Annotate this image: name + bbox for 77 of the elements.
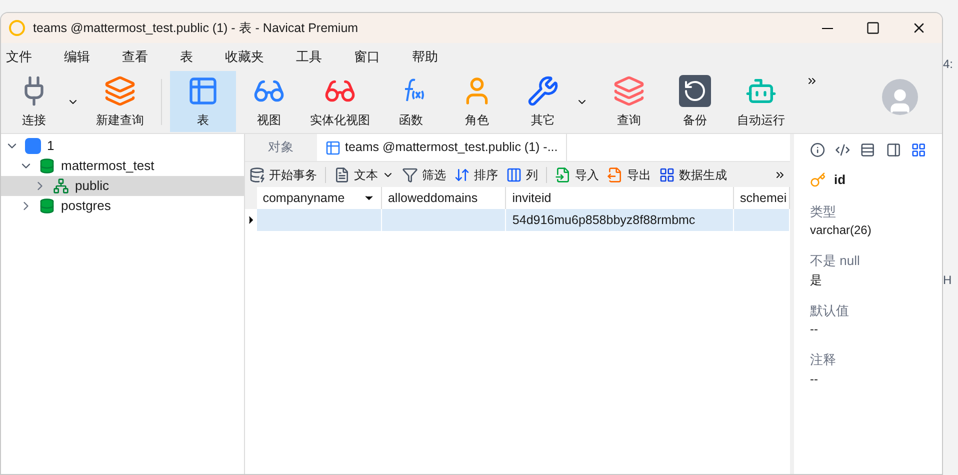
column-header[interactable]: inviteid <box>506 187 734 209</box>
toolbar-button[interactable]: 自动运行 <box>728 71 794 132</box>
table-icon <box>187 74 219 106</box>
menu-item[interactable]: 收藏夹 <box>220 43 269 71</box>
property-label: 类型 <box>810 202 837 220</box>
menu-item[interactable]: 帮助 <box>407 43 443 71</box>
property-value: 是 <box>810 272 823 288</box>
property-label: 注释 <box>810 351 837 369</box>
more-icon[interactable] <box>806 75 818 87</box>
property-value: -- <box>810 321 819 338</box>
tree-item[interactable]: postgres <box>1 196 244 216</box>
maximize-icon <box>866 21 880 35</box>
property-label: 不是 null <box>810 252 861 270</box>
background-text: H <box>943 272 953 289</box>
tools-icon <box>527 74 559 106</box>
tree-item[interactable]: mattermost_test <box>1 156 244 176</box>
toolbar-button[interactable]: 排序 <box>454 166 498 184</box>
toolbar-button[interactable]: 连接 <box>1 71 87 132</box>
column-header[interactable]: schemei <box>734 187 790 209</box>
tree-label: 1 <box>47 137 54 156</box>
toolbar-button[interactable]: 备份 <box>662 71 728 132</box>
toolbar-button[interactable]: 导入 <box>555 166 599 184</box>
table-row[interactable]: 54d916mu6p858bbyz8f88rmbmc <box>245 209 790 231</box>
menu-item[interactable]: 工具 <box>291 43 327 71</box>
table-icon <box>325 140 341 156</box>
property-value: -- <box>810 370 819 388</box>
field-name: id <box>834 171 846 189</box>
import-icon <box>555 166 571 182</box>
tab[interactable]: 对象 <box>245 134 317 161</box>
schema-icon <box>53 178 69 194</box>
toolbar-button[interactable]: 新建查询 <box>87 71 153 132</box>
document-icon <box>334 166 350 182</box>
background-text: 4: <box>943 56 954 73</box>
restore-icon <box>679 74 711 106</box>
tree-label: mattermost_test <box>61 157 154 176</box>
menu-item[interactable]: 编辑 <box>59 43 95 71</box>
database-icon <box>39 198 55 214</box>
column-header[interactable]: alloweddomains <box>382 187 506 209</box>
toolbar-button[interactable]: 表 <box>170 71 236 132</box>
property-value: varchar(26) <box>810 222 872 239</box>
ddl-icon[interactable] <box>835 142 850 158</box>
toolbar-button[interactable]: 函数 <box>378 71 444 132</box>
sort-icon <box>454 166 470 182</box>
info-icon[interactable] <box>810 142 826 158</box>
key-icon <box>810 172 826 188</box>
toolbar-button[interactable]: 列 <box>506 166 538 184</box>
export-icon <box>607 166 623 182</box>
filter-icon <box>402 166 418 182</box>
menu-item[interactable]: 窗口 <box>349 43 385 71</box>
tab[interactable]: teams @mattermost_test.public (1) -... <box>317 134 566 161</box>
toolbar-button[interactable]: 其它 <box>510 71 596 132</box>
panel-icon[interactable] <box>886 142 901 158</box>
table-cell: 54d916mu6p858bbyz8f88rmbmc <box>506 209 734 231</box>
app-logo-icon <box>9 20 25 36</box>
toolbar-button[interactable]: 实体化视图 <box>302 71 378 132</box>
columns-icon <box>506 166 522 182</box>
tree-item[interactable]: 1 <box>1 136 244 156</box>
tree-item[interactable]: public <box>1 176 244 196</box>
toolbar-button[interactable]: 文本 <box>334 166 394 184</box>
menu-item[interactable]: 表 <box>175 43 198 71</box>
database-icon <box>39 158 55 174</box>
menu-item[interactable]: 文件 <box>1 43 37 71</box>
window-title: teams @mattermost_test.public (1) - 表 - Navicat Premium <box>33 20 358 37</box>
toolbar-button[interactable]: 筛选 <box>402 166 446 184</box>
toolbar-button[interactable]: 视图 <box>236 71 302 132</box>
structure-icon[interactable] <box>860 142 876 158</box>
toolbar-button[interactable]: 查询 <box>596 71 662 132</box>
toolbar-button[interactable]: 导出 <box>607 166 651 184</box>
tree-label: public <box>75 177 109 196</box>
tree-label: postgres <box>61 197 111 216</box>
database-icon <box>249 166 265 182</box>
menu-item[interactable]: 查看 <box>117 43 153 71</box>
toolbar-button[interactable]: 开始事务 <box>249 166 317 184</box>
property-label: 默认值 <box>810 302 850 320</box>
toolbar-button[interactable]: 角色 <box>444 71 510 132</box>
toolbar-button[interactable]: 数据生成 <box>659 166 727 184</box>
column-header[interactable]: companyname <box>256 187 382 209</box>
